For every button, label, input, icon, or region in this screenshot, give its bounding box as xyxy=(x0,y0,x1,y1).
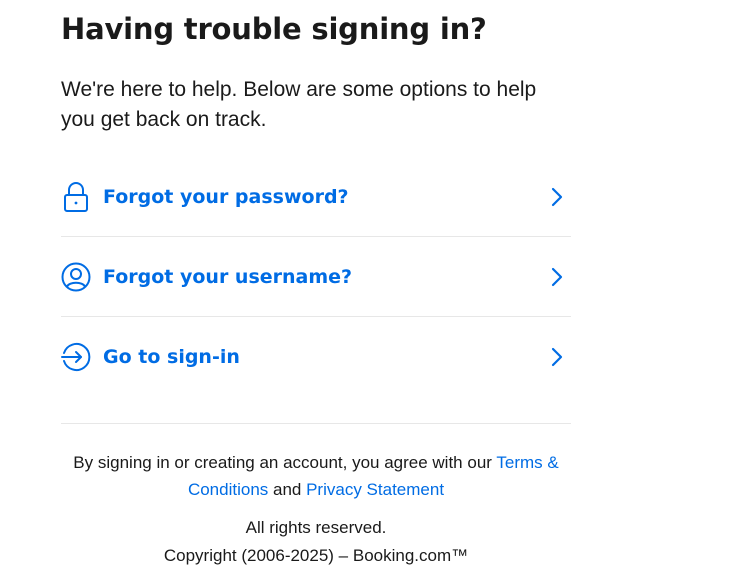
forgot-password-option[interactable]: Forgot your password? xyxy=(61,157,571,237)
forgot-username-label: Forgot your username? xyxy=(103,265,353,288)
page-title: Having trouble signing in? xyxy=(61,12,487,46)
go-to-sign-in-option[interactable]: Go to sign-in xyxy=(61,317,571,397)
intro-text: We're here to help. Below are some optio… xyxy=(61,78,537,131)
rights-text: All rights reserved. xyxy=(245,518,387,537)
footer-divider xyxy=(61,423,571,424)
forgot-password-label: Forgot your password? xyxy=(103,185,349,208)
chevron-right-icon xyxy=(547,185,567,209)
copyright-text: Copyright (2006-2025) – Booking.com™ xyxy=(163,546,469,565)
legal-notice: By signing in or creating an account, yo… xyxy=(61,449,571,503)
user-circle-icon xyxy=(61,261,91,293)
chevron-right-icon xyxy=(547,345,567,369)
sign-in-arrow-icon xyxy=(61,341,91,373)
legal-prefix-text: By signing in or creating an account, yo… xyxy=(73,453,497,472)
privacy-statement-link[interactable]: Privacy Statement xyxy=(306,480,444,499)
chevron-right-icon xyxy=(547,265,567,289)
rights-block: All rights reserved. Copyright (2006-202… xyxy=(61,514,571,570)
go-to-sign-in-label: Go to sign-in xyxy=(103,346,240,368)
lock-icon xyxy=(61,181,91,213)
forgot-username-option[interactable]: Forgot your username? xyxy=(61,237,571,317)
help-options-list: Forgot your password? Forgot your userna… xyxy=(61,157,571,397)
legal-and-text: and xyxy=(268,480,307,499)
